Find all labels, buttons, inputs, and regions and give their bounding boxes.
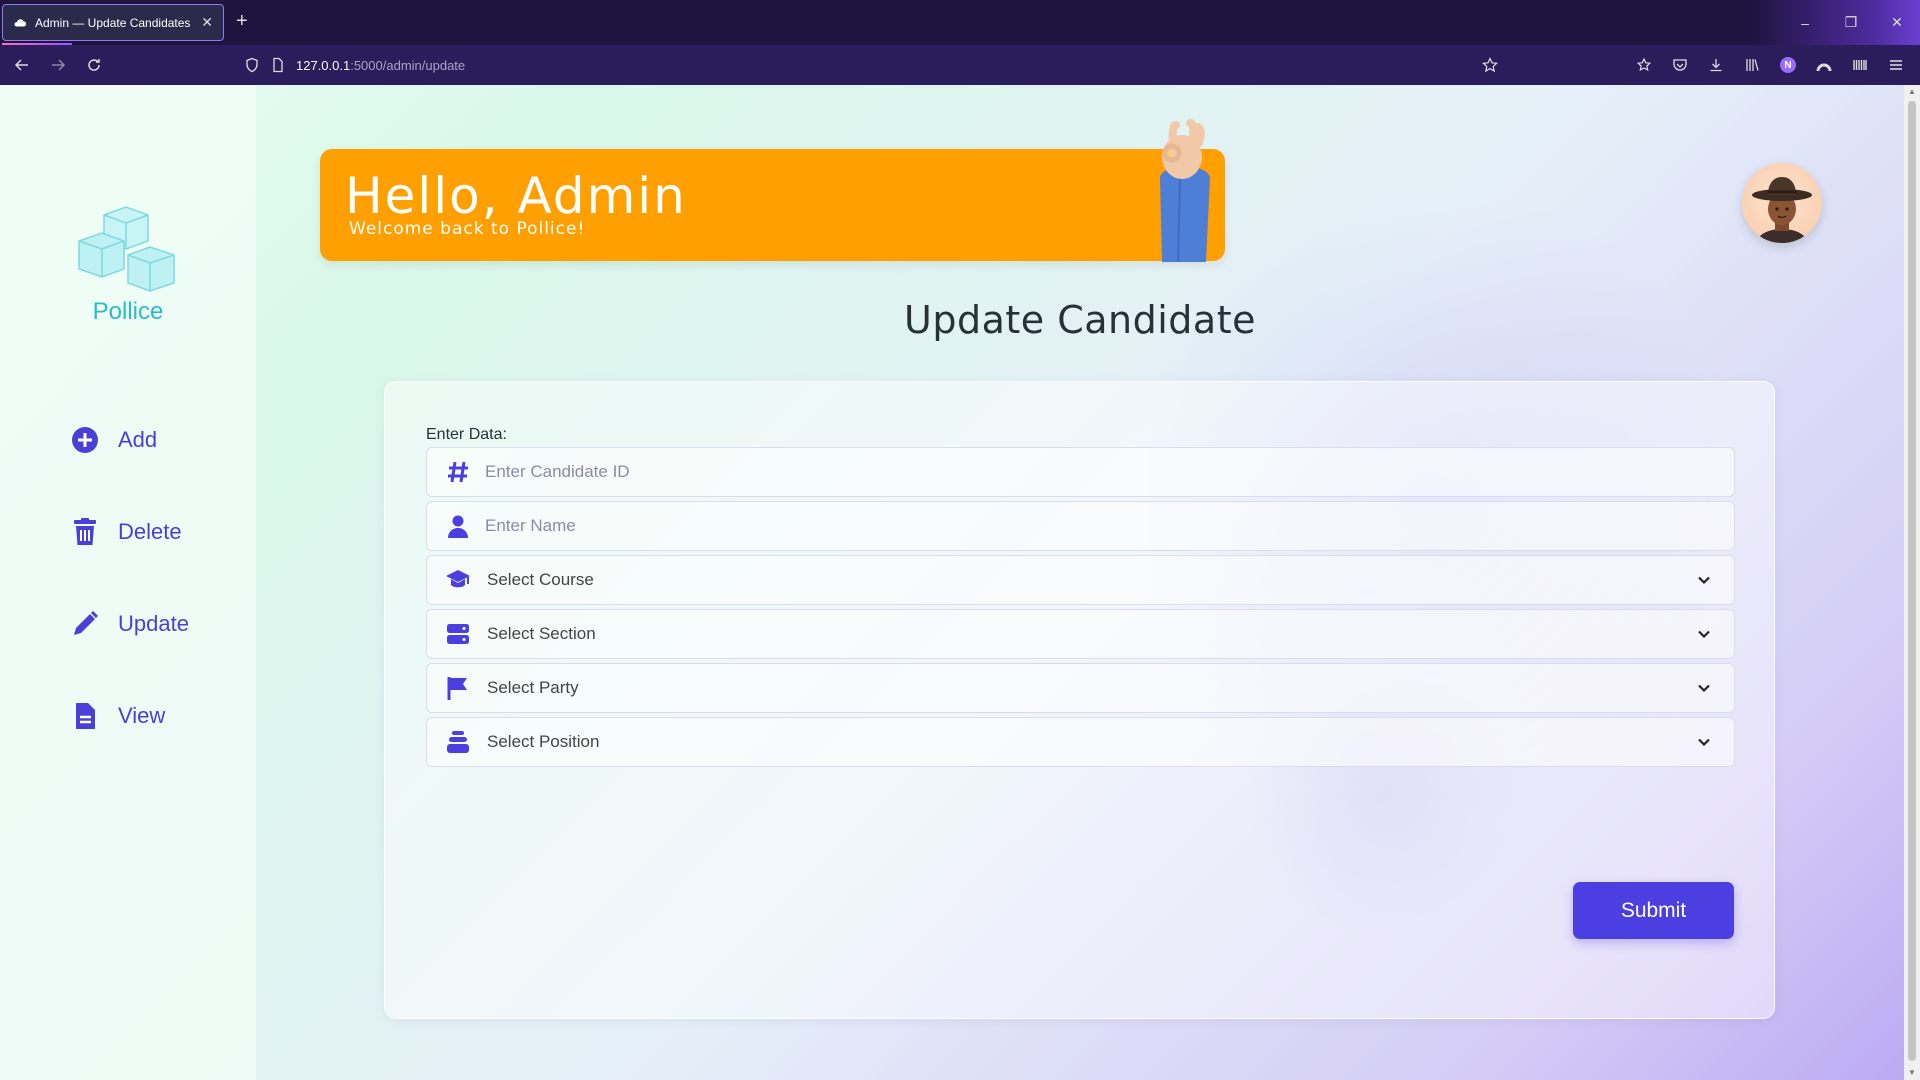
url-bar[interactable]: 127.0.0.1:5000/admin/update [232, 49, 1502, 81]
extension-barcode-icon[interactable] [1842, 45, 1878, 85]
page-scrollbar[interactable]: ▲ ▼ [1904, 85, 1920, 1080]
welcome-banner: Hello, Admin Welcome back to Pollice! [320, 149, 1225, 261]
close-window-button[interactable]: ✕ [1874, 0, 1920, 45]
url-host: 127.0.0.1 [296, 57, 351, 73]
menu-hamburger-icon[interactable] [1878, 45, 1914, 85]
tab-close-icon[interactable]: ✕ [201, 14, 213, 31]
position-select-value: Select Position [487, 732, 600, 751]
library-icon[interactable] [1734, 45, 1770, 85]
course-select-value: Select Course [487, 570, 594, 589]
sidebar-item-add[interactable]: Add [70, 425, 157, 455]
server-icon [445, 621, 471, 647]
graduation-cap-icon [445, 567, 471, 593]
browser-nav-bar: 127.0.0.1:5000/admin/update N [0, 45, 1920, 85]
browser-tab[interactable]: Admin — Update Candidates ✕ [2, 4, 224, 41]
form-label: Enter Data: [426, 426, 507, 443]
sidebar-item-label: Add [118, 427, 158, 452]
trash-icon [74, 518, 96, 545]
position-select[interactable]: Select Position [426, 717, 1735, 767]
chevron-down-icon[interactable] [1696, 734, 1712, 750]
candidate-id-field[interactable] [426, 447, 1735, 497]
layer-stack-icon [445, 729, 471, 755]
download-icon[interactable] [1698, 45, 1734, 85]
user-icon [445, 513, 471, 539]
extension-arc-icon[interactable] [1806, 45, 1842, 85]
browser-tab-bar: Admin — Update Candidates ✕ + – ❐ ✕ [0, 0, 1920, 45]
pencil-icon [74, 610, 99, 635]
ok-hand-illustration-icon [1160, 119, 1210, 262]
section-select[interactable]: Select Section [426, 609, 1735, 659]
name-input[interactable] [485, 502, 1734, 550]
url-path: :5000/admin/update [350, 57, 466, 73]
reload-icon[interactable] [76, 45, 112, 85]
flag-icon [445, 675, 471, 701]
back-arrow-icon[interactable] [4, 45, 40, 85]
new-tab-button[interactable]: + [236, 10, 248, 33]
page-content: Pollice Add Delete Update View Hello, Ad… [0, 85, 1904, 1080]
hash-icon [445, 459, 471, 485]
shield-icon[interactable] [244, 57, 260, 73]
plus-circle-icon [72, 427, 98, 453]
chevron-down-icon[interactable] [1696, 626, 1712, 642]
extension-n-icon[interactable]: N [1770, 45, 1806, 85]
pocket-icon[interactable] [1662, 45, 1698, 85]
chevron-down-icon[interactable] [1696, 680, 1712, 696]
scroll-up-arrow-icon[interactable]: ▲ [1907, 87, 1917, 97]
banner-subtitle: Welcome back to Pollice! [349, 219, 586, 239]
sidebar-item-view[interactable]: View [70, 701, 165, 731]
chevron-down-icon[interactable] [1696, 572, 1712, 588]
minimize-button[interactable]: – [1782, 0, 1828, 45]
tab-title: Admin — Update Candidates [35, 15, 191, 30]
update-form-card: Enter Data: Select Course Select Sec [384, 381, 1775, 1019]
cowboy-avatar-icon [1752, 177, 1812, 243]
bookmark-star-icon[interactable] [1482, 57, 1498, 73]
brand-name: Pollice [92, 298, 164, 325]
scroll-thumb[interactable] [1908, 101, 1916, 1061]
user-avatar[interactable] [1742, 163, 1822, 243]
sidebar-item-label: Delete [118, 519, 182, 544]
candidate-id-input[interactable] [485, 448, 1734, 496]
banner-title: Hello, Admin [345, 167, 687, 225]
party-select[interactable]: Select Party [426, 663, 1735, 713]
sidebar-item-label: Update [118, 611, 189, 636]
sidebar: Pollice Add Delete Update View [0, 85, 256, 1080]
course-select[interactable]: Select Course [426, 555, 1735, 605]
scroll-down-arrow-icon[interactable]: ▼ [1907, 1068, 1917, 1078]
sidebar-item-delete[interactable]: Delete [70, 517, 182, 547]
forward-arrow-icon[interactable] [40, 45, 76, 85]
browser-toolbar: N [1626, 45, 1914, 85]
window-controls: – ❐ ✕ [1782, 0, 1920, 45]
submit-button[interactable]: Submit [1573, 882, 1734, 939]
party-select-value: Select Party [487, 678, 579, 697]
page-title: Update Candidate [904, 298, 1256, 342]
name-field[interactable] [426, 501, 1735, 551]
reading-list-icon[interactable] [1626, 45, 1662, 85]
section-select-value: Select Section [487, 624, 596, 643]
restore-button[interactable]: ❐ [1828, 0, 1874, 45]
sidebar-item-label: View [118, 703, 166, 728]
document-icon [76, 703, 95, 729]
sidebar-item-update[interactable]: Update [70, 609, 189, 639]
cubes-logo-icon [78, 206, 175, 292]
cloud-favicon-icon [14, 18, 27, 26]
page-icon [273, 57, 283, 73]
